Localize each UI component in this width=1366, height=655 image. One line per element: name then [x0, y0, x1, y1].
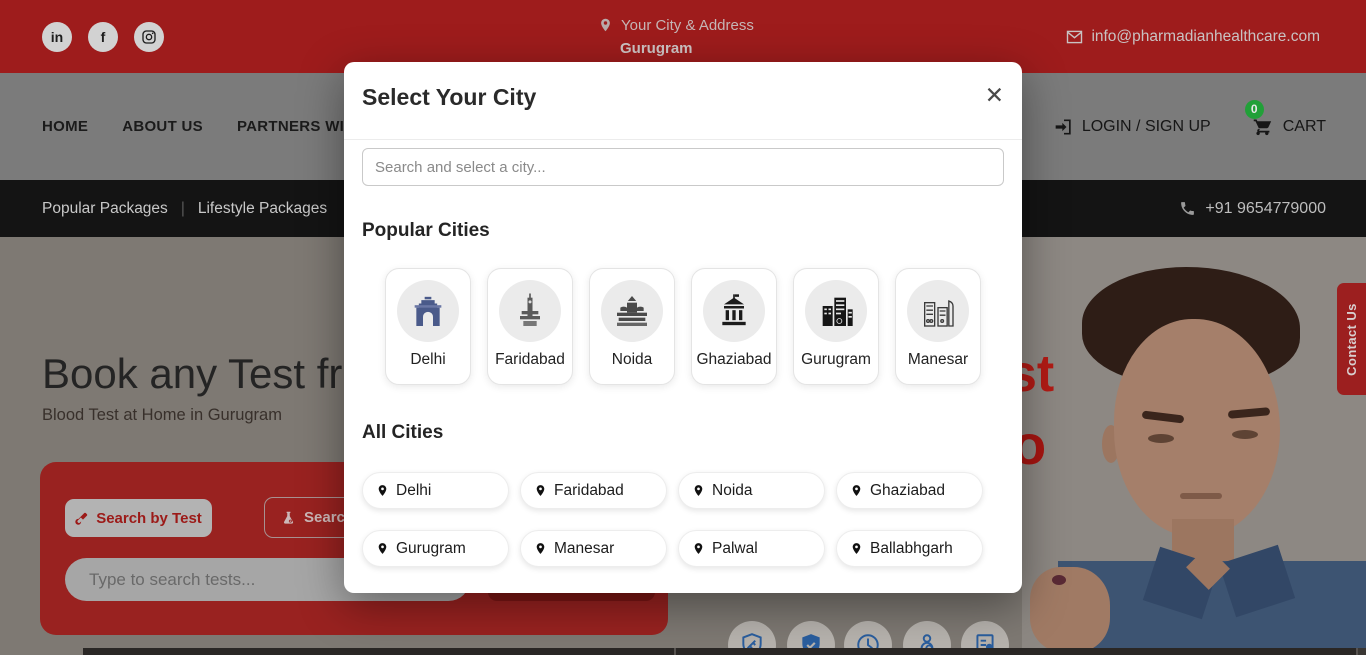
faridabad-tower-icon — [499, 280, 561, 342]
facebook-icon[interactable]: f — [88, 22, 118, 52]
nav-home[interactable]: HOME — [42, 118, 88, 135]
city-pill-manesar[interactable]: Manesar — [520, 530, 667, 567]
man-eye-right — [1232, 430, 1258, 439]
city-pill-gurugram[interactable]: Gurugram — [362, 530, 509, 567]
pin-icon — [376, 540, 389, 557]
city-pill-delhi[interactable]: Delhi — [362, 472, 509, 509]
email-block[interactable]: info@pharmadianhealthcare.com — [1066, 28, 1320, 46]
city-pill-label: Ballabhgarh — [870, 540, 953, 558]
man-eye-left — [1148, 434, 1174, 443]
city-pill-label: Ghaziabad — [870, 482, 945, 500]
search-by-test-button[interactable]: Search by Test — [65, 499, 212, 537]
city-pill-ballabhgarh[interactable]: Ballabhgarh — [836, 530, 983, 567]
login-icon — [1054, 117, 1074, 137]
flask-gear-icon — [281, 510, 296, 526]
city-pill-label: Delhi — [396, 482, 431, 500]
phone-icon — [1179, 200, 1196, 217]
cart-count-badge: 0 — [1245, 100, 1264, 119]
city-card-delhi[interactable]: Delhi — [385, 268, 471, 385]
gurugram-cityscape-icon — [805, 280, 867, 342]
login-label: LOGIN / SIGN UP — [1082, 118, 1211, 136]
city-card-noida[interactable]: Noida — [589, 268, 675, 385]
bottom-strip-segment — [83, 648, 676, 655]
pin-icon — [850, 482, 863, 499]
city-pill-ghaziabad[interactable]: Ghaziabad — [836, 472, 983, 509]
city-card-label: Gurugram — [801, 351, 871, 369]
city-pill-palwal[interactable]: Palwal — [678, 530, 825, 567]
city-card-ghaziabad[interactable]: Ghaziabad — [691, 268, 777, 385]
city-pill-label: Manesar — [554, 540, 614, 558]
city-card-manesar[interactable]: Manesar — [895, 268, 981, 385]
nav-about-us[interactable]: ABOUT US — [122, 118, 203, 135]
hero-heading: Book any Test fro — [42, 350, 366, 398]
manesar-buildings-icon — [907, 280, 969, 342]
social-links: in f — [42, 22, 164, 52]
instagram-icon[interactable] — [134, 22, 164, 52]
city-pill-label: Palwal — [712, 540, 758, 558]
cart-button[interactable]: 0 CART — [1251, 116, 1326, 138]
man-mouth — [1180, 493, 1222, 499]
phone-link[interactable]: +91 9654779000 — [1179, 180, 1326, 237]
delhi-monument-icon — [397, 280, 459, 342]
cart-label: CART — [1283, 118, 1326, 136]
city-pill-label: Faridabad — [554, 482, 624, 500]
city-pill-label: Noida — [712, 482, 753, 500]
hero-subheading: Blood Test at Home in Gurugram — [42, 406, 282, 425]
close-icon[interactable]: ✕ — [985, 84, 1004, 107]
cart-icon — [1251, 116, 1275, 138]
linkedin-icon[interactable]: in — [42, 22, 72, 52]
contact-us-tab[interactable]: Contact Us — [1337, 283, 1366, 395]
phone-number: +91 9654779000 — [1205, 200, 1326, 218]
ghaziabad-building-icon — [703, 280, 765, 342]
pin-icon — [692, 482, 705, 499]
popular-cities-title: Popular Cities — [362, 220, 490, 242]
location-city: Gurugram — [620, 40, 754, 57]
city-search-input[interactable] — [362, 148, 1004, 186]
all-cities-list: Delhi Faridabad Noida Ghaziabad Gurugram… — [362, 472, 983, 567]
man-fist — [1030, 567, 1110, 648]
modal-title: Select Your City — [362, 84, 536, 111]
city-pill-noida[interactable]: Noida — [678, 472, 825, 509]
bottom-cards-strip — [83, 648, 1366, 655]
city-card-label: Noida — [612, 351, 653, 369]
bottom-strip-segment — [1358, 648, 1366, 655]
city-card-label: Ghaziabad — [697, 351, 772, 369]
test-tube-icon — [75, 511, 89, 525]
location-block[interactable]: Your City & Address Gurugram — [598, 16, 754, 57]
page: in f Your City & Address Gurugram info@p… — [0, 0, 1366, 655]
noida-temple-icon — [601, 280, 663, 342]
pin-icon — [534, 482, 547, 499]
city-card-label: Delhi — [410, 351, 445, 369]
location-label: Your City & Address — [621, 17, 754, 34]
nav-lifestyle-packages[interactable]: Lifestyle Packages — [198, 200, 327, 218]
login-signup-button[interactable]: LOGIN / SIGN UP — [1054, 117, 1211, 137]
city-card-gurugram[interactable]: Gurugram — [793, 268, 879, 385]
contact-us-label: Contact Us — [1344, 303, 1359, 376]
pin-icon — [534, 540, 547, 557]
packages-divider: | — [181, 200, 185, 218]
search-by-test-label: Search by Test — [96, 510, 202, 527]
man-face — [1114, 319, 1280, 537]
city-pill-faridabad[interactable]: Faridabad — [520, 472, 667, 509]
modal-header: Select Your City ✕ — [344, 62, 1022, 140]
city-card-label: Faridabad — [495, 351, 565, 369]
city-pill-label: Gurugram — [396, 540, 466, 558]
hero-photo-man — [1022, 237, 1366, 648]
city-card-faridabad[interactable]: Faridabad — [487, 268, 573, 385]
location-pin-icon — [598, 16, 613, 34]
nav-popular-packages[interactable]: Popular Packages — [42, 200, 168, 218]
email-text: info@pharmadianhealthcare.com — [1091, 28, 1320, 46]
bottom-strip-segment — [676, 648, 1358, 655]
pin-icon — [692, 540, 705, 557]
pin-icon — [850, 540, 863, 557]
popular-cities-cards: Delhi Faridabad Noida Ghaziabad — [385, 268, 981, 385]
envelope-icon — [1066, 30, 1083, 44]
select-city-modal: Select Your City ✕ Popular Cities Delhi … — [344, 62, 1022, 593]
city-card-label: Manesar — [908, 351, 968, 369]
pin-icon — [376, 482, 389, 499]
man-ring — [1052, 575, 1066, 585]
all-cities-title: All Cities — [362, 422, 443, 444]
